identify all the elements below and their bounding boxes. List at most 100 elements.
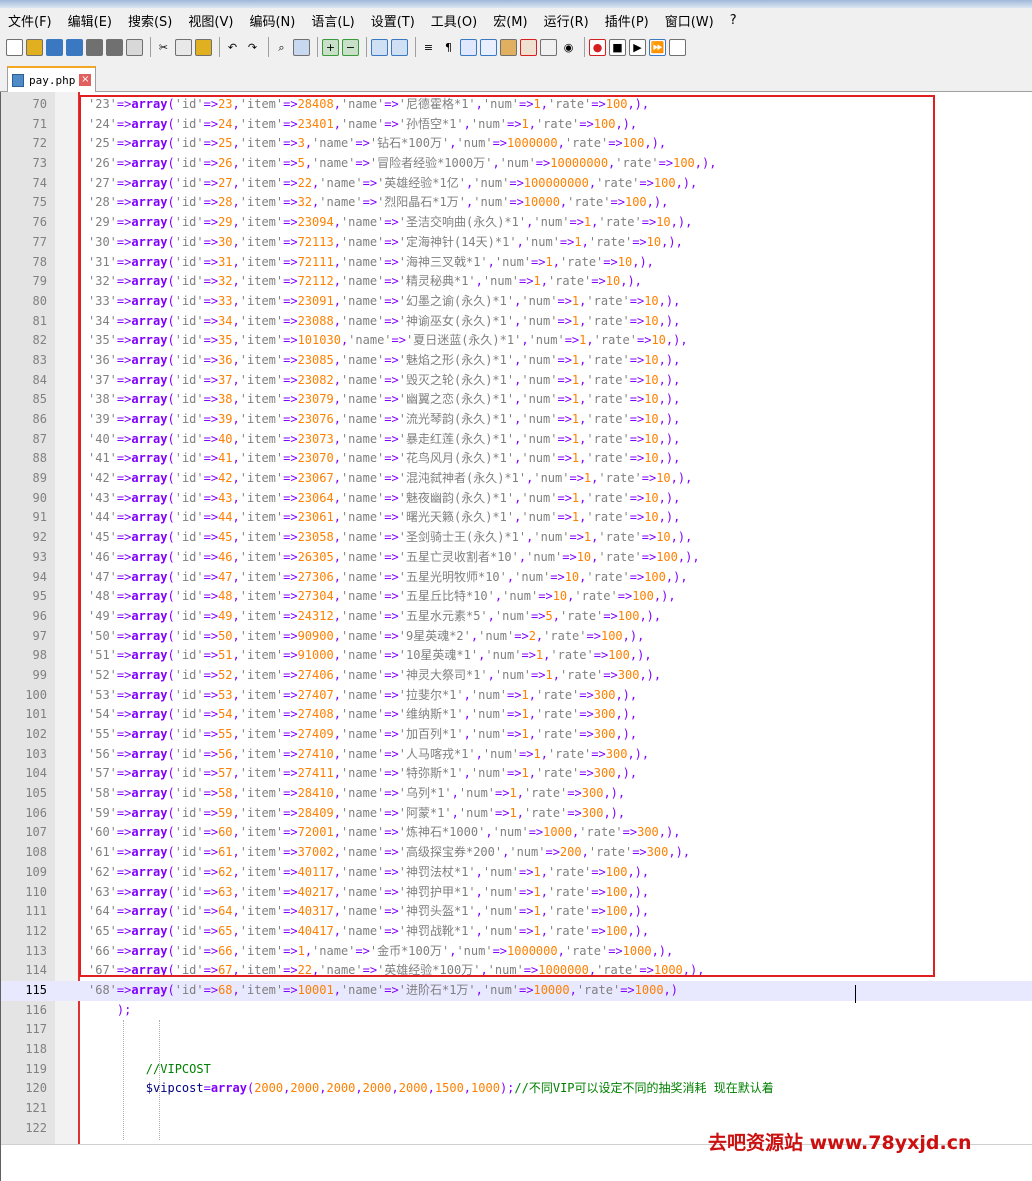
code-line[interactable]: 80 '33'=>array('id'=>33,'item'=>23091,'na… [0, 292, 1032, 312]
run-macro-multiple-icon[interactable]: ⏩ [649, 38, 666, 56]
cut-icon[interactable]: ✂ [155, 39, 172, 56]
paste-icon[interactable] [195, 38, 212, 56]
menu-item[interactable]: 设置(T) [363, 11, 423, 30]
code-line[interactable]: 86 '39'=>array('id'=>39,'item'=>23076,'na… [0, 410, 1032, 430]
save-icon[interactable] [46, 38, 63, 56]
menu-item[interactable]: 插件(P) [597, 11, 657, 30]
code-line[interactable]: 118 [0, 1040, 1032, 1060]
code-line[interactable]: 101 '54'=>array('id'=>54,'item'=>27408,'n… [0, 705, 1032, 725]
code-line[interactable]: 73 '26'=>array('id'=>26,'item'=>5,'name'=… [0, 154, 1032, 174]
code-line[interactable]: 76 '29'=>array('id'=>29,'item'=>23094,'na… [0, 213, 1032, 233]
doc-map-icon[interactable] [500, 38, 517, 56]
tab-pay-php[interactable]: pay.php × [7, 66, 97, 92]
play-macro-icon[interactable]: ▶ [629, 38, 646, 56]
code-line[interactable]: 117 [0, 1020, 1032, 1040]
code-line[interactable]: 95 '48'=>array('id'=>48,'item'=>27304,'na… [0, 587, 1032, 607]
menu-item[interactable]: 宏(M) [485, 11, 535, 30]
code-line[interactable]: 89 '42'=>array('id'=>42,'item'=>23067,'na… [0, 469, 1032, 489]
code-line[interactable]: 90 '43'=>array('id'=>43,'item'=>23064,'na… [0, 489, 1032, 509]
undo-icon[interactable]: ↶ [224, 39, 241, 56]
close-icon[interactable] [86, 38, 103, 56]
code-line[interactable]: 107 '60'=>array('id'=>60,'item'=>72001,'n… [0, 823, 1032, 843]
code-line[interactable]: 115 '68'=>array('id'=>68,'item'=>10001,'n… [0, 980, 1032, 1001]
code-line[interactable]: 110 '63'=>array('id'=>63,'item'=>40217,'n… [0, 883, 1032, 903]
sync-horizontal-icon[interactable] [391, 38, 408, 56]
code-line[interactable]: 121 [0, 1099, 1032, 1119]
stop-macro-icon[interactable]: ■ [609, 38, 626, 56]
code-line[interactable]: 116 ); [0, 1001, 1032, 1021]
copy-icon[interactable] [175, 38, 192, 56]
folder-workspace-icon[interactable] [540, 38, 557, 56]
record-macro-icon[interactable]: ● [589, 38, 606, 56]
code-line[interactable]: 78 '31'=>array('id'=>31,'item'=>72111,'na… [0, 253, 1032, 273]
code-line[interactable]: 108 '61'=>array('id'=>61,'item'=>37002,'n… [0, 843, 1032, 863]
code-line[interactable]: 71 '24'=>array('id'=>24,'item'=>23401,'na… [0, 115, 1032, 135]
code-line[interactable]: 114 '67'=>array('id'=>67,'item'=>22,'name… [0, 961, 1032, 981]
code-line[interactable]: 88 '41'=>array('id'=>41,'item'=>23070,'na… [0, 449, 1032, 469]
replace-icon[interactable] [293, 38, 310, 56]
function-list-icon[interactable] [520, 38, 537, 56]
code-line[interactable]: 79 '32'=>array('id'=>32,'item'=>72112,'na… [0, 272, 1032, 292]
menu-item[interactable]: 搜索(S) [120, 11, 180, 30]
code-line[interactable]: 96 '49'=>array('id'=>49,'item'=>24312,'na… [0, 607, 1032, 627]
code-line[interactable]: 91 '44'=>array('id'=>44,'item'=>23061,'na… [0, 508, 1032, 528]
code-line[interactable]: 103 '56'=>array('id'=>56,'item'=>27410,'n… [0, 745, 1032, 765]
code-line[interactable]: 100 '53'=>array('id'=>53,'item'=>27407,'n… [0, 686, 1032, 706]
menu-item[interactable]: 视图(V) [180, 11, 241, 30]
code-line[interactable]: 81 '34'=>array('id'=>34,'item'=>23088,'na… [0, 312, 1032, 332]
code-line[interactable]: 113 '66'=>array('id'=>66,'item'=>1,'name'… [0, 942, 1032, 962]
code-line[interactable]: 72 '25'=>array('id'=>25,'item'=>3,'name'=… [0, 134, 1032, 154]
code-line[interactable]: 93 '46'=>array('id'=>46,'item'=>26305,'na… [0, 548, 1032, 568]
code-line[interactable]: 102 '55'=>array('id'=>55,'item'=>27409,'n… [0, 725, 1032, 745]
show-all-chars-icon[interactable]: ¶ [440, 39, 457, 56]
code-line[interactable]: 99 '52'=>array('id'=>52,'item'=>27406,'na… [0, 666, 1032, 686]
code-line[interactable]: 97 '50'=>array('id'=>50,'item'=>90900,'na… [0, 627, 1032, 647]
monitor-icon[interactable]: ◉ [560, 39, 577, 56]
close-tab-icon[interactable]: × [79, 74, 92, 86]
menu-item[interactable]: 运行(R) [536, 11, 597, 30]
code-line[interactable]: 75 '28'=>array('id'=>28,'item'=>32,'name'… [0, 193, 1032, 213]
code-line[interactable]: 83 '36'=>array('id'=>36,'item'=>23085,'na… [0, 351, 1032, 371]
code-line[interactable]: 70 '23'=>array('id'=>23,'item'=>28408,'na… [0, 95, 1032, 115]
code-line[interactable]: 85 '38'=>array('id'=>38,'item'=>23079,'na… [0, 390, 1032, 410]
code-line[interactable]: 111 '64'=>array('id'=>64,'item'=>40317,'n… [0, 902, 1032, 922]
code-line[interactable]: 120 $vipcost=array(2000,2000,2000,2000,2… [0, 1079, 1032, 1099]
close-all-icon[interactable] [106, 38, 123, 56]
user-lang-icon[interactable] [480, 38, 497, 56]
sync-vertical-icon[interactable] [371, 38, 388, 56]
menu-item[interactable]: ? [722, 13, 745, 28]
code-line[interactable]: 92 '45'=>array('id'=>45,'item'=>23058,'na… [0, 528, 1032, 548]
code-line[interactable]: 106 '59'=>array('id'=>59,'item'=>28409,'n… [0, 804, 1032, 824]
line-number: 112 [25, 923, 47, 938]
redo-icon[interactable]: ↷ [244, 39, 261, 56]
code-line[interactable]: 98 '51'=>array('id'=>51,'item'=>91000,'na… [0, 646, 1032, 666]
code-line[interactable]: 77 '30'=>array('id'=>30,'item'=>72113,'na… [0, 233, 1032, 253]
code-line[interactable]: 104 '57'=>array('id'=>57,'item'=>27411,'n… [0, 764, 1032, 784]
code-line[interactable]: 112 '65'=>array('id'=>65,'item'=>40417,'n… [0, 922, 1032, 942]
menu-item[interactable]: 语言(L) [303, 11, 362, 30]
code-editor[interactable]: 70 '23'=>array('id'=>23,'item'=>28408,'na… [0, 92, 1032, 1144]
menu-item[interactable]: 文件(F) [0, 11, 60, 30]
zoom-in-icon[interactable]: + [322, 38, 339, 56]
menu-item[interactable]: 工具(O) [423, 11, 485, 30]
code-line[interactable]: 119 //VIPCOST [0, 1060, 1032, 1080]
menu-item[interactable]: 编码(N) [241, 11, 303, 30]
zoom-out-icon[interactable]: − [342, 38, 359, 56]
code-line[interactable]: 82 '35'=>array('id'=>35,'item'=>101030,'n… [0, 331, 1032, 351]
code-line[interactable]: 105 '58'=>array('id'=>58,'item'=>28410,'n… [0, 784, 1032, 804]
new-file-icon[interactable] [6, 38, 23, 56]
menu-item[interactable]: 窗口(W) [657, 11, 722, 30]
code-line[interactable]: 94 '47'=>array('id'=>47,'item'=>27306,'na… [0, 568, 1032, 588]
code-line[interactable]: 87 '40'=>array('id'=>40,'item'=>23073,'na… [0, 430, 1032, 450]
print-icon[interactable] [126, 38, 143, 56]
menu-item[interactable]: 编辑(E) [60, 11, 120, 30]
open-file-icon[interactable] [26, 38, 43, 56]
find-icon[interactable]: ⌕ [273, 39, 290, 56]
indent-guide-icon[interactable] [460, 38, 477, 56]
word-wrap-icon[interactable]: ≡ [420, 39, 437, 56]
code-line[interactable]: 74 '27'=>array('id'=>27,'item'=>22,'name'… [0, 174, 1032, 194]
save-all-icon[interactable] [66, 38, 83, 56]
save-macro-icon[interactable] [669, 38, 686, 56]
code-line[interactable]: 84 '37'=>array('id'=>37,'item'=>23082,'na… [0, 371, 1032, 391]
code-line[interactable]: 109 '62'=>array('id'=>62,'item'=>40117,'n… [0, 863, 1032, 883]
